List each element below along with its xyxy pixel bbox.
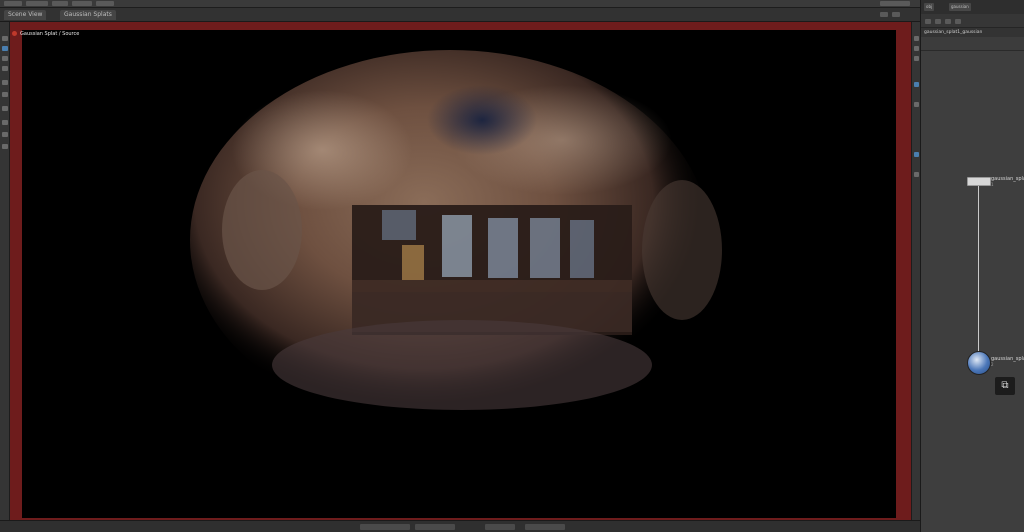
- scale-tool-icon[interactable]: [2, 66, 8, 71]
- menu-item[interactable]: [4, 1, 22, 6]
- gaussian-splat-render: [190, 50, 722, 430]
- toolbar-icon[interactable]: [925, 19, 931, 24]
- network-path[interactable]: gaussian_splat1_gaussian: [921, 28, 1024, 37]
- playback-controls[interactable]: [360, 524, 410, 530]
- node-label: gaussian_splat: [991, 176, 1024, 182]
- toolbar-icon[interactable]: [945, 19, 951, 24]
- tab-gaussian-splats[interactable]: Gaussian Splats: [60, 10, 116, 20]
- rotate-tool-icon[interactable]: [2, 56, 8, 61]
- viewport-title: Gaussian Splat / Source: [12, 31, 79, 37]
- pose-tool-icon[interactable]: [2, 92, 8, 97]
- timeline-control[interactable]: [525, 524, 565, 530]
- network-editor[interactable]: gaussian_splat 1 gaussian_splat 2 ⧉: [921, 50, 1024, 532]
- viewport-title-text: Gaussian Splat / Source: [20, 31, 80, 37]
- node-connection: [978, 186, 979, 354]
- scene-viewport[interactable]: [22, 30, 896, 518]
- move-tool-icon[interactable]: [2, 46, 8, 51]
- display-option-icon[interactable]: [914, 82, 919, 87]
- network-tab-bar: obj gaussian: [921, 0, 1024, 14]
- close-icon[interactable]: [880, 12, 888, 17]
- node-gaussian-splat-2[interactable]: [967, 351, 991, 375]
- menu-item[interactable]: [52, 1, 68, 6]
- tab-scene-view[interactable]: Scene View: [4, 10, 47, 20]
- network-toolbar: [921, 14, 1024, 28]
- display-option-icon[interactable]: [914, 36, 919, 41]
- timeline-bar: [0, 520, 920, 532]
- display-option-icon[interactable]: [914, 152, 919, 157]
- toolbar-icon[interactable]: [955, 19, 961, 24]
- node-sublabel: 2: [991, 362, 994, 367]
- display-flag-icon[interactable]: ⧉: [995, 377, 1015, 395]
- measure-tool-icon[interactable]: [2, 144, 8, 149]
- select-tool-icon[interactable]: [2, 36, 8, 41]
- node-sublabel: 1: [991, 182, 994, 187]
- node-gaussian-splat-1[interactable]: [967, 177, 991, 186]
- display-option-icon[interactable]: [914, 102, 919, 107]
- handle-tool-icon[interactable]: [2, 80, 8, 85]
- menu-bar: [0, 0, 920, 8]
- snap-tool-icon[interactable]: [2, 132, 8, 137]
- display-toolbar: [911, 22, 920, 520]
- menu-item[interactable]: [880, 1, 910, 6]
- tab-obj[interactable]: obj: [924, 3, 935, 11]
- menu-item[interactable]: [26, 1, 48, 6]
- node-label: gaussian_splat: [991, 356, 1024, 362]
- building-facade: [352, 205, 632, 335]
- frame-field[interactable]: [415, 524, 455, 530]
- maximize-icon[interactable]: [892, 12, 900, 17]
- display-option-icon[interactable]: [914, 46, 919, 51]
- brush-tool-icon[interactable]: [2, 120, 8, 125]
- left-toolbar: [0, 22, 10, 520]
- tab-gaussian[interactable]: gaussian: [949, 3, 971, 11]
- toolbar-icon[interactable]: [935, 19, 941, 24]
- menu-item[interactable]: [72, 1, 92, 6]
- record-dot-icon: [12, 31, 17, 36]
- display-option-icon[interactable]: [914, 56, 919, 61]
- view-tool-icon[interactable]: [2, 106, 8, 111]
- viewport-tab-bar: Scene View Gaussian Splats: [0, 8, 920, 22]
- display-option-icon[interactable]: [914, 172, 919, 177]
- timeline-control[interactable]: [485, 524, 515, 530]
- menu-item[interactable]: [96, 1, 114, 6]
- network-panel: obj gaussian gaussian_splat1_gaussian ga…: [920, 0, 1024, 532]
